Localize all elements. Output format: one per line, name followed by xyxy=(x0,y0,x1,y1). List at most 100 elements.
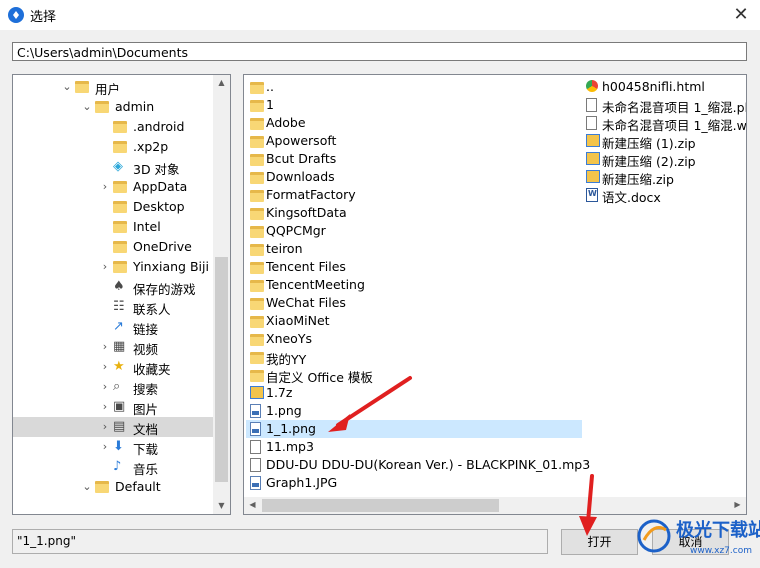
file-item[interactable]: XneoYs xyxy=(246,330,582,348)
file-item[interactable]: Downloads xyxy=(246,168,582,186)
tree-item[interactable]: ☷ 联系人 xyxy=(13,297,213,317)
tree-item[interactable]: ♠ 保存的游戏 xyxy=(13,277,213,297)
file-item[interactable]: 新建压缩.zip xyxy=(582,168,746,187)
chevron-right-icon[interactable]: › xyxy=(99,340,111,354)
tree-item[interactable]: › ★ 收藏夹 xyxy=(13,357,213,377)
file-item[interactable]: QQPCMgr xyxy=(246,222,582,240)
file-item[interactable]: teiron xyxy=(246,240,582,258)
file-item[interactable]: Tencent Files xyxy=(246,258,582,276)
folder-icon xyxy=(250,116,264,130)
file-item-label: 11.mp3 xyxy=(266,439,314,454)
file-list-scroll-thumb[interactable] xyxy=(262,499,499,512)
tree-item[interactable]: › ▤ 文档 xyxy=(13,417,213,437)
folder-icon xyxy=(250,350,264,364)
tree-item[interactable]: › ▣ 图片 xyxy=(13,397,213,417)
tree-item[interactable]: ↗ 链接 xyxy=(13,317,213,337)
tree-item[interactable]: › ▦ 视频 xyxy=(13,337,213,357)
tree-item[interactable]: .xp2p xyxy=(13,137,213,157)
file-item[interactable]: 未命名混音项目 1_缩混.wav xyxy=(582,114,746,133)
tree-item[interactable]: ⌄ 用户 xyxy=(13,77,213,97)
favorites-icon: ★ xyxy=(113,359,125,374)
chevron-right-icon[interactable]: › xyxy=(99,180,111,194)
tree-item-label: Default xyxy=(115,479,161,494)
tree-item[interactable]: › ⬇ 下载 xyxy=(13,437,213,457)
file-item[interactable]: KingsoftData xyxy=(246,204,582,222)
file-item[interactable]: 1.png xyxy=(246,402,582,420)
file-item-label: DDU-DU DDU-DU(Korean Ver.) - BLACKPINK_0… xyxy=(266,457,591,472)
file-item[interactable]: 语文.docx xyxy=(582,186,746,205)
path-field[interactable]: C:\Users\admin\Documents xyxy=(12,42,747,61)
tree-item[interactable]: OneDrive xyxy=(13,237,213,257)
links-icon: ↗ xyxy=(113,319,124,334)
chevron-down-icon[interactable]: ⌄ xyxy=(81,480,93,494)
tree-scroll-thumb[interactable] xyxy=(215,257,228,482)
tree-item[interactable]: Intel xyxy=(13,217,213,237)
file-item-label: Graph1.JPG xyxy=(266,475,338,490)
open-button[interactable]: 打开 xyxy=(561,529,638,555)
file-item[interactable]: DDU-DU DDU-DU(Korean Ver.) - BLACKPINK_0… xyxy=(246,456,590,474)
file-item[interactable]: FormatFactory xyxy=(246,186,582,204)
file-item[interactable]: .. xyxy=(246,78,582,96)
pictures-icon: ▣ xyxy=(113,399,126,414)
file-item[interactable]: 自定义 Office 模板 xyxy=(246,366,582,385)
file-list[interactable]: .. 1 Adobe Apowersoft Bcut Drafts Downloads Fo… xyxy=(243,74,747,515)
scroll-right-icon[interactable]: ▶ xyxy=(729,500,746,509)
file-item[interactable]: 1 xyxy=(246,96,582,114)
file-item[interactable]: 新建压缩 (2).zip xyxy=(582,150,746,169)
tree-item[interactable]: › AppData xyxy=(13,177,213,197)
image-icon xyxy=(250,476,264,490)
tree-item-label: 搜索 xyxy=(133,382,159,397)
tree-item-label: 联系人 xyxy=(133,302,171,317)
file-item-label: KingsoftData xyxy=(266,205,347,220)
folder-icon xyxy=(95,99,111,115)
chevron-right-icon[interactable]: › xyxy=(99,440,111,454)
close-icon[interactable]: ✕ xyxy=(726,3,756,27)
watermark-text: 极光下载站 xyxy=(676,520,760,541)
file-icon xyxy=(586,98,600,112)
tree-item[interactable]: ♪ 音乐 xyxy=(13,457,213,477)
file-item[interactable]: WeChat Files xyxy=(246,294,582,312)
contacts-icon: ☷ xyxy=(113,299,125,314)
file-item[interactable]: 1.7z xyxy=(246,384,582,402)
folder-icon xyxy=(250,188,264,202)
folder-icon xyxy=(75,79,91,95)
chevron-down-icon[interactable]: ⌄ xyxy=(81,100,93,114)
tree-item[interactable]: › Yinxiang Biji xyxy=(13,257,213,277)
folder-icon xyxy=(250,368,264,382)
filename-field[interactable]: "1_1.png" xyxy=(12,529,548,554)
tree-item[interactable]: .android xyxy=(13,117,213,137)
folder-icon xyxy=(113,139,129,155)
chevron-right-icon[interactable]: › xyxy=(99,360,111,374)
watermark-url: www.xz7.com xyxy=(690,546,752,556)
tree-item[interactable]: ◈ 3D 对象 xyxy=(13,157,213,177)
tree-item[interactable]: ⌄ admin xyxy=(13,97,213,117)
file-item[interactable]: XiaoMiNet xyxy=(246,312,582,330)
file-item[interactable]: 1_1.png xyxy=(246,420,582,438)
file-item[interactable]: 11.mp3 xyxy=(246,438,582,456)
chevron-right-icon[interactable]: › xyxy=(99,400,111,414)
tree-item[interactable]: Desktop xyxy=(13,197,213,217)
chevron-right-icon[interactable]: › xyxy=(99,380,111,394)
file-item[interactable]: Graph1.JPG xyxy=(246,474,582,492)
folder-tree[interactable]: ⌄ 用户 ⌄ admin .android .xp2p ◈ 3D 对象 › AppData Desk… xyxy=(12,74,231,515)
chevron-down-icon[interactable]: ⌄ xyxy=(61,80,73,94)
file-item[interactable]: 新建压缩 (1).zip xyxy=(582,132,746,151)
file-item[interactable]: 我的YY xyxy=(246,348,582,367)
scroll-up-icon[interactable]: ▲ xyxy=(213,78,230,87)
scroll-down-icon[interactable]: ▼ xyxy=(213,501,230,510)
chevron-right-icon[interactable]: › xyxy=(99,420,111,434)
scroll-left-icon[interactable]: ◀ xyxy=(244,500,261,509)
file-item[interactable]: Bcut Drafts xyxy=(246,150,582,168)
chevron-right-icon[interactable]: › xyxy=(99,260,111,274)
file-item-label: Adobe xyxy=(266,115,306,130)
file-item[interactable]: TencentMeeting xyxy=(246,276,582,294)
tree-item[interactable]: › ⌕ 搜索 xyxy=(13,377,213,397)
file-item-label: .. xyxy=(266,79,274,94)
file-item[interactable]: 未命名混音项目 1_缩混.pkf xyxy=(582,96,746,115)
folder-icon xyxy=(250,152,264,166)
file-item[interactable]: Apowersoft xyxy=(246,132,582,150)
file-item[interactable]: Adobe xyxy=(246,114,582,132)
tree-item[interactable]: ⌄ Default xyxy=(13,477,213,497)
tree-item-label: Intel xyxy=(133,219,161,234)
file-item[interactable]: h00458nifli.html xyxy=(582,78,746,96)
